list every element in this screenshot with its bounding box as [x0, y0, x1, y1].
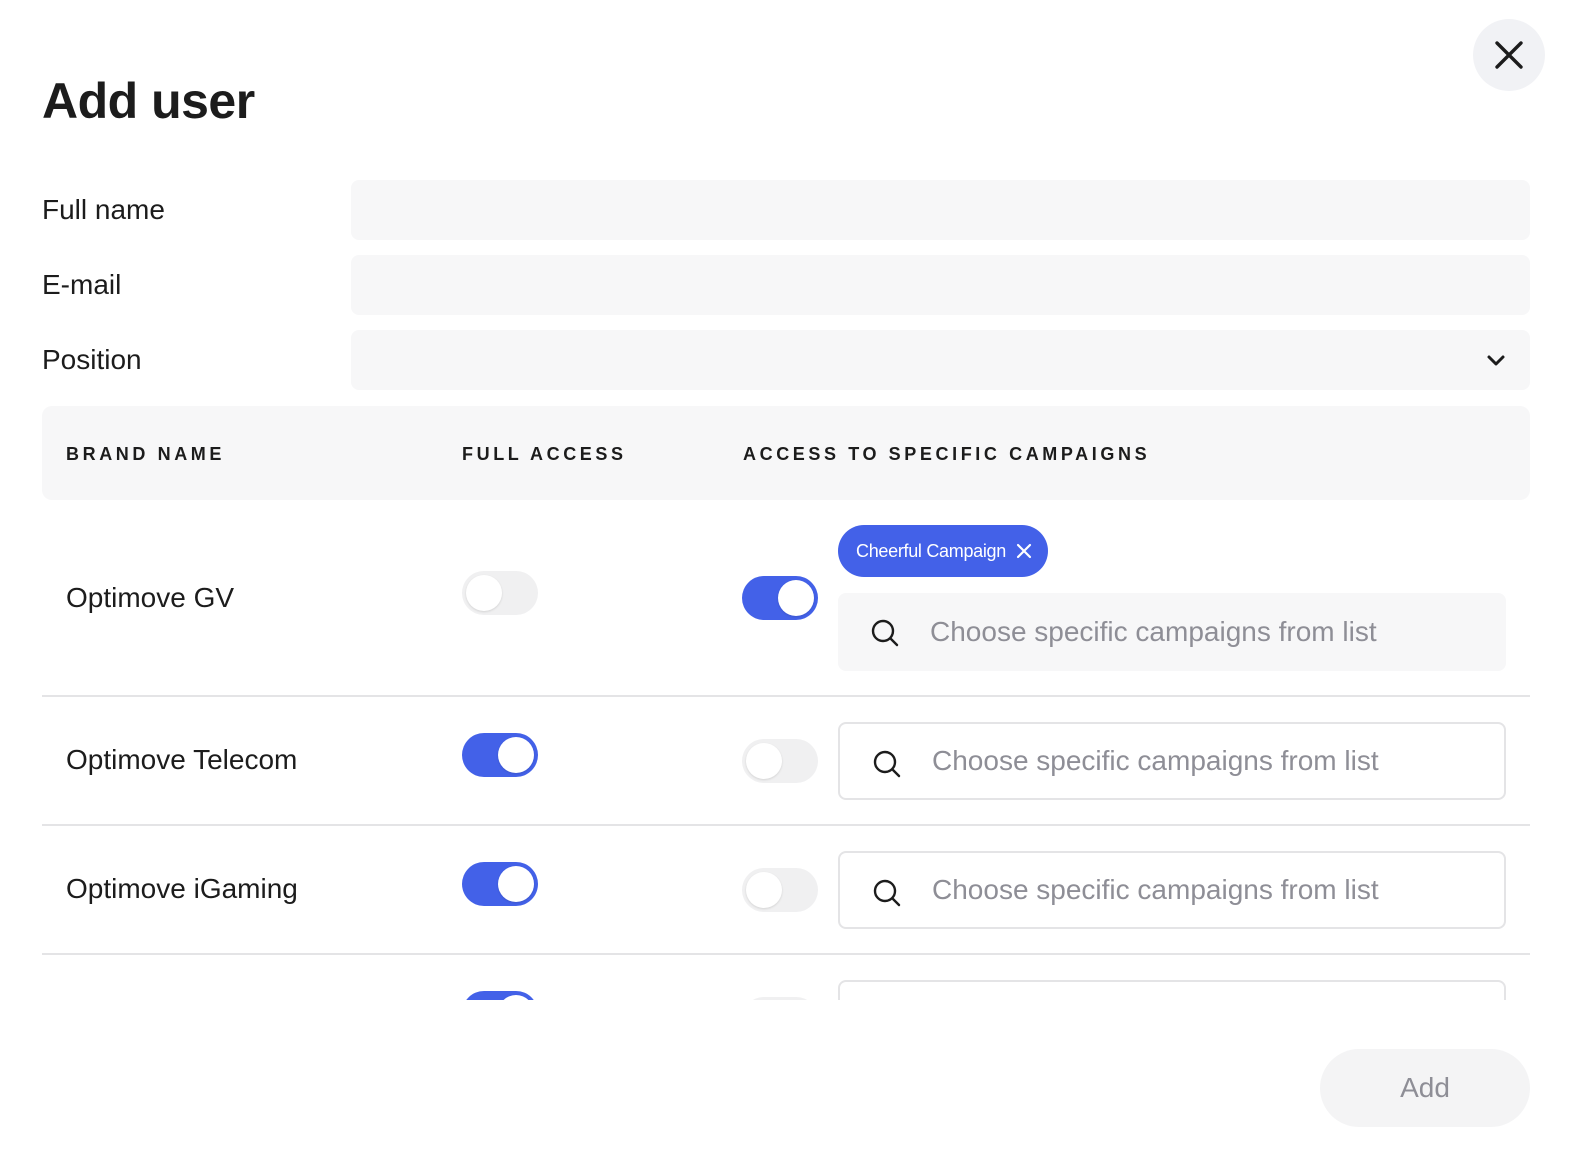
- close-button[interactable]: [1473, 19, 1545, 91]
- toggle-knob: [498, 995, 534, 1000]
- email-input[interactable]: [351, 255, 1530, 315]
- full-name-input[interactable]: [351, 180, 1530, 240]
- column-header-full-access: FULL ACCESS: [462, 444, 627, 464]
- table-row: [42, 955, 1530, 1000]
- campaign-chip: Cheerful Campaign: [838, 525, 1048, 577]
- campaign-search-box[interactable]: [838, 593, 1506, 671]
- campaign-search-box[interactable]: [838, 722, 1506, 800]
- full-name-label: Full name: [42, 194, 165, 225]
- toggle-knob: [498, 866, 534, 902]
- chevron-down-icon: [1487, 355, 1505, 366]
- toggle-knob: [466, 575, 502, 611]
- toggle-knob: [746, 872, 782, 908]
- specific-access-toggle[interactable]: [742, 576, 818, 620]
- table-row: Optimove GV Cheerful Campaign: [42, 500, 1530, 697]
- campaign-search-input[interactable]: [932, 982, 1492, 1000]
- toggle-knob: [746, 743, 782, 779]
- full-name-row: Full name: [42, 180, 1530, 240]
- specific-access-toggle[interactable]: [742, 739, 818, 783]
- remove-campaign-button[interactable]: [1016, 543, 1032, 559]
- column-header-brand-name: BRAND NAME: [66, 444, 225, 464]
- toggle-knob: [778, 580, 814, 616]
- position-select[interactable]: [351, 330, 1530, 390]
- search-icon: [872, 878, 902, 913]
- column-header-specific-campaigns: ACCESS TO SPECIFIC CAMPAIGNS: [743, 444, 1151, 464]
- table-header: BRAND NAME FULL ACCESS ACCESS TO SPECIFI…: [42, 406, 1530, 500]
- email-label: E-mail: [42, 269, 122, 300]
- table-row: Optimove Telecom: [42, 697, 1530, 826]
- full-access-toggle[interactable]: [462, 733, 538, 777]
- page-title: Add user: [42, 73, 255, 129]
- full-access-toggle[interactable]: [462, 991, 538, 1000]
- campaign-search-box[interactable]: [838, 851, 1506, 929]
- position-label: Position: [42, 344, 142, 375]
- add-button[interactable]: Add: [1320, 1049, 1530, 1127]
- full-access-toggle[interactable]: [462, 571, 538, 615]
- campaign-search-input[interactable]: [932, 853, 1492, 927]
- brand-name: Optimove GV: [66, 582, 235, 613]
- search-icon: [872, 749, 902, 784]
- campaign-chip-label: Cheerful Campaign: [856, 540, 1006, 561]
- table-row: Optimove iGaming: [42, 826, 1530, 955]
- email-row: E-mail: [42, 255, 1530, 315]
- add-user-dialog: Add user Full name E-mail Position BRAND…: [0, 0, 1580, 1170]
- position-row: Position: [42, 330, 1530, 390]
- campaign-search-input[interactable]: [932, 724, 1492, 798]
- search-icon: [870, 618, 900, 653]
- toggle-knob: [498, 737, 534, 773]
- close-icon: [1495, 41, 1523, 69]
- specific-access-toggle[interactable]: [742, 997, 818, 1000]
- brand-name: Optimove iGaming: [66, 873, 298, 904]
- brand-access-table[interactable]: Optimove GV Cheerful Campaign Choose spe…: [42, 500, 1530, 1000]
- close-icon: [1016, 543, 1032, 559]
- campaign-search-input[interactable]: [930, 593, 1490, 671]
- campaign-search-box[interactable]: [838, 980, 1506, 1000]
- full-access-toggle[interactable]: [462, 862, 538, 906]
- brand-name: Optimove Telecom: [66, 744, 298, 775]
- specific-access-toggle[interactable]: [742, 868, 818, 912]
